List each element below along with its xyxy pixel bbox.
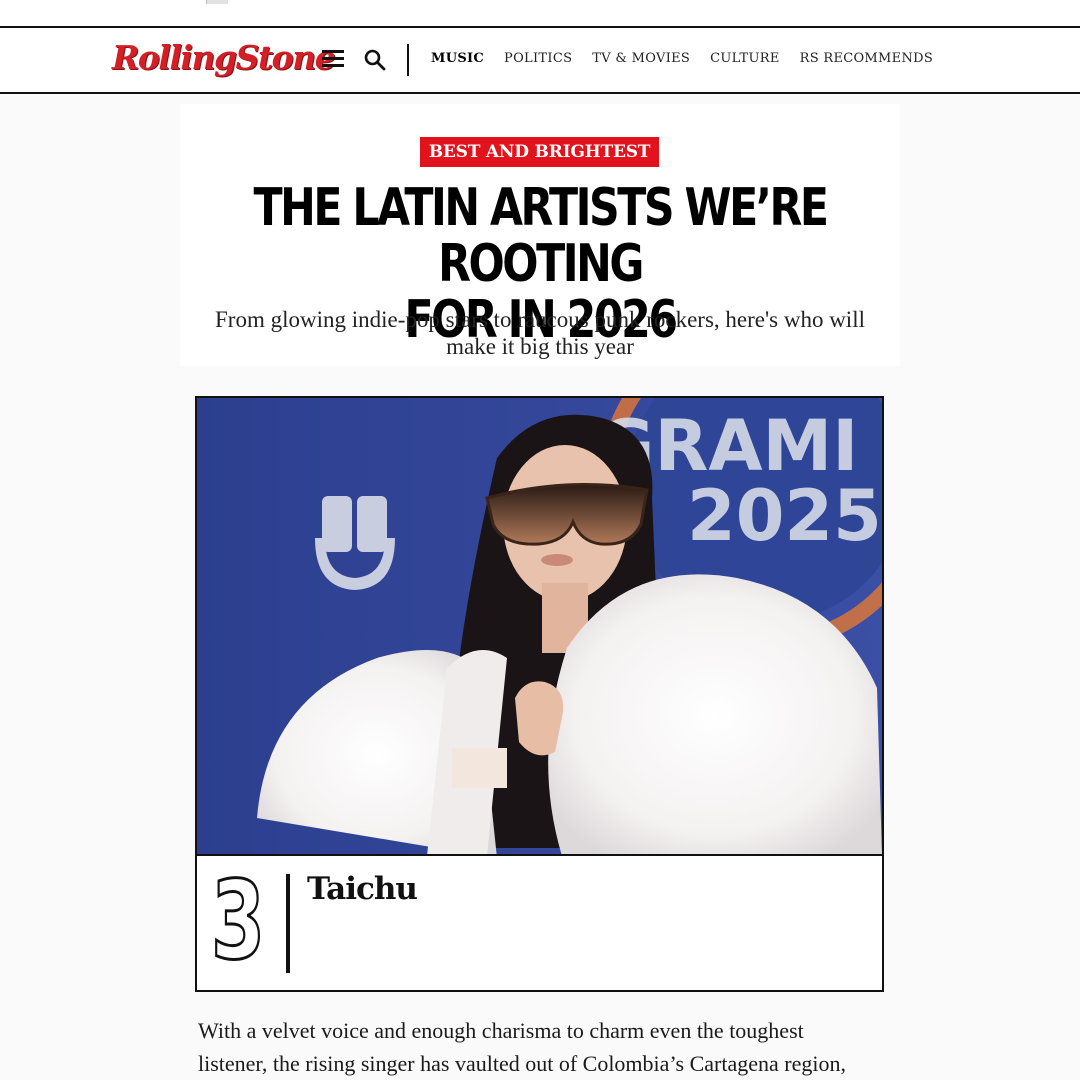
body-line-2: listener, the rising singer has vaulted … [198,1051,846,1076]
nav-item-tv-movies[interactable]: TV & MOVIES [592,51,690,66]
nav-item-rs-recommends[interactable]: RS RECOMMENDS [800,51,933,66]
backdrop-text-2: 2025 [687,475,882,557]
nav-item-politics[interactable]: POLITICS [504,51,572,66]
artist-name: Taichu [307,871,418,907]
list-entry-card: GRAMI 2025 3 Taichu [195,396,884,992]
artist-photo[interactable]: GRAMI 2025 [197,398,882,856]
rank-number: 3 [210,859,266,984]
site-header: RollingStone MUSIC POLITICS TV & MOVIES … [0,26,1080,94]
main-nav: MUSIC POLITICS TV & MOVIES CULTURE RS RE… [431,51,933,66]
search-icon[interactable] [363,48,387,72]
header-divider [407,44,409,76]
article-body: With a velvet voice and enough charisma … [198,1014,898,1080]
article-kicker[interactable]: BEST AND BRIGHTEST [420,137,659,167]
body-line-1: With a velvet voice and enough charisma … [198,1018,804,1043]
browser-top-strip [0,0,1080,26]
rank-divider [286,874,290,973]
menu-icon[interactable] [322,50,344,68]
nav-item-culture[interactable]: CULTURE [710,51,779,66]
headline-line-1: THE LATIN ARTISTS WE’RE ROOTING [253,178,829,294]
article-dek: From glowing indie-pop stars to raucous … [215,307,865,359]
site-logo[interactable]: RollingStone [112,38,336,77]
tab-stub [206,0,228,4]
rank-box: 3 Taichu [197,858,882,990]
nav-item-music[interactable]: MUSIC [431,51,484,66]
